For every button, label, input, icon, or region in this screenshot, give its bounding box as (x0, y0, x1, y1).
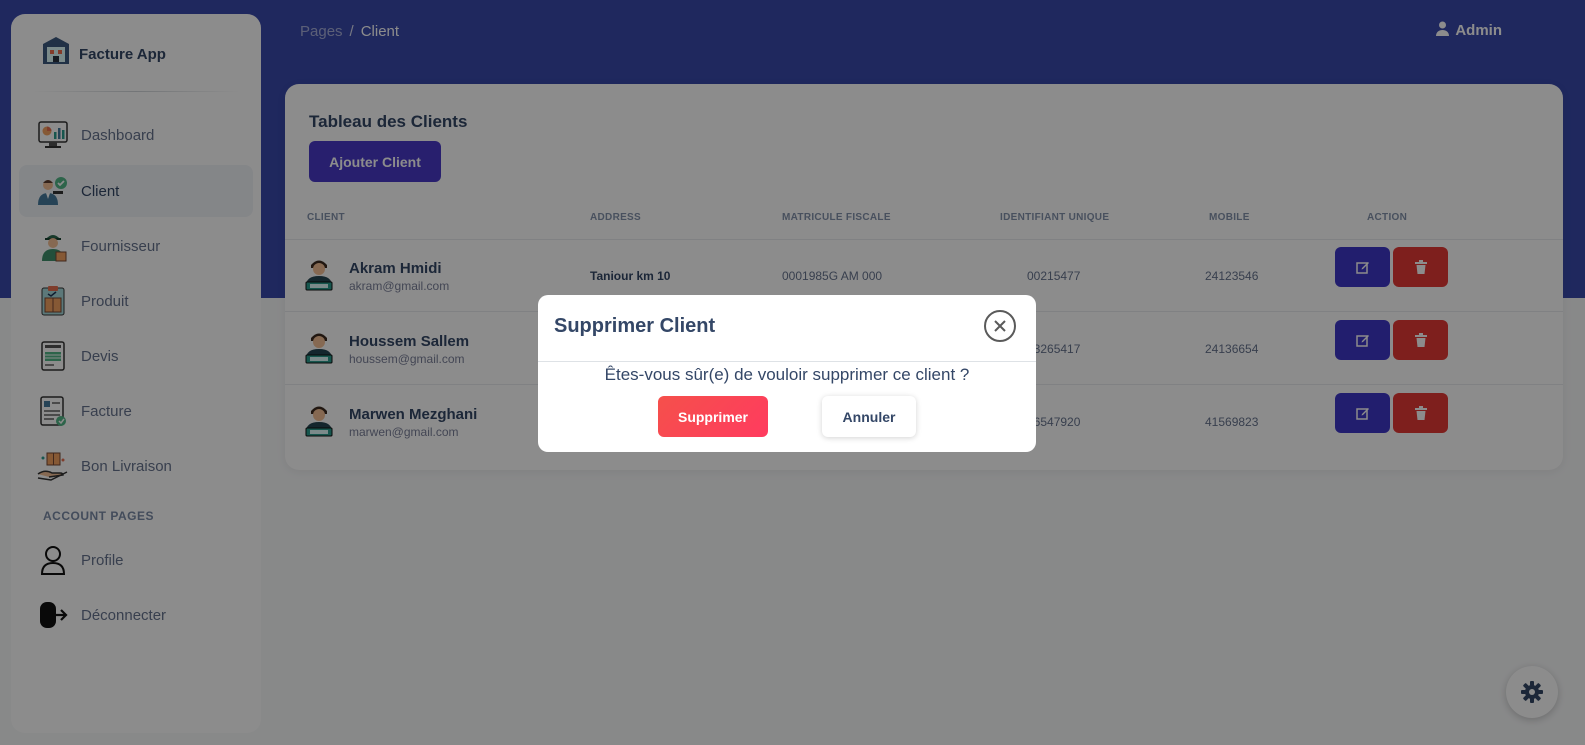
close-button[interactable] (984, 310, 1016, 342)
modal-divider (538, 361, 1036, 362)
modal-title: Supprimer Client (554, 315, 716, 337)
cancel-button[interactable]: Annuler (822, 396, 916, 437)
delete-client-modal: Supprimer Client Êtes-vous sûr(e) de vou… (538, 295, 1036, 452)
confirm-delete-button[interactable]: Supprimer (658, 396, 768, 437)
close-icon (994, 320, 1006, 332)
modal-message: Êtes-vous sûr(e) de vouloir supprimer ce… (604, 365, 970, 384)
